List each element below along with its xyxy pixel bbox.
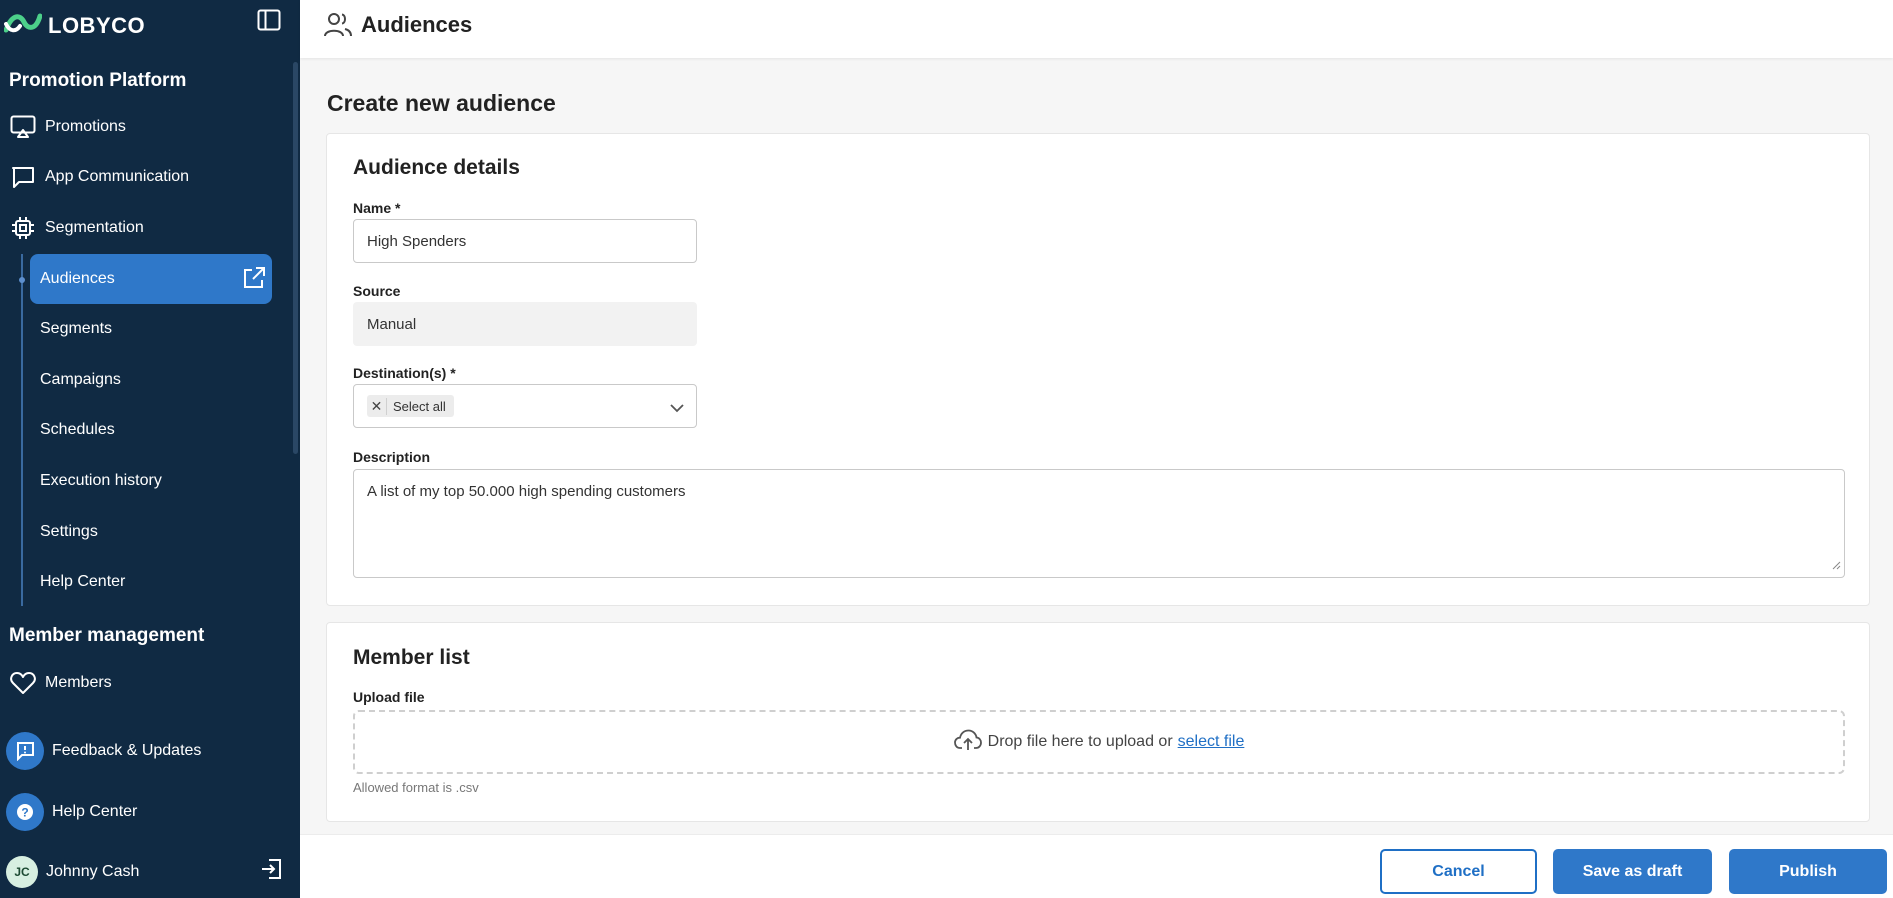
source-field: Manual xyxy=(353,302,697,346)
cancel-button[interactable]: Cancel xyxy=(1380,849,1537,894)
save-draft-button[interactable]: Save as draft xyxy=(1553,849,1712,894)
header-title: Audiences xyxy=(361,12,473,37)
logo[interactable]: LOBYCO xyxy=(3,10,146,41)
sidebar-item-app-communication[interactable]: App Communication xyxy=(0,155,290,199)
select-file-link[interactable]: select file xyxy=(1178,733,1245,751)
chip-icon xyxy=(9,214,37,242)
help-center-link[interactable]: ? Help Center xyxy=(6,793,137,831)
logo-row: LOBYCO xyxy=(0,0,300,44)
submenu-line xyxy=(21,254,23,606)
sidebar-scrollbar[interactable] xyxy=(293,62,298,454)
cast-icon xyxy=(9,113,37,141)
action-footer: Cancel Save as draft Publish xyxy=(300,834,1893,898)
name-input-value: High Spenders xyxy=(367,232,467,250)
chat-icon xyxy=(9,163,37,191)
section-title-member-management: Member management xyxy=(9,625,205,646)
feedback-label: Feedback & Updates xyxy=(52,742,202,759)
sidebar-item-segments[interactable]: Segments xyxy=(30,305,272,353)
section-title-promotion: Promotion Platform xyxy=(9,70,187,91)
sidebar-item-label: Members xyxy=(45,674,112,691)
destination-label: Destination(s) * xyxy=(353,365,456,381)
feedback-updates-link[interactable]: Feedback & Updates xyxy=(6,732,201,770)
sidebar-item-execution-history[interactable]: Execution history xyxy=(30,457,272,505)
sidebar-item-campaigns[interactable]: Campaigns xyxy=(30,356,272,404)
chip-label: Select all xyxy=(393,398,446,414)
remove-chip-icon[interactable]: ✕ xyxy=(367,397,387,415)
sidebar-item-settings[interactable]: Settings xyxy=(30,508,272,556)
sidebar-toggle-icon[interactable] xyxy=(257,9,283,33)
sidebar-item-label: Execution history xyxy=(40,472,162,489)
submenu-active-dot xyxy=(19,277,25,283)
select-all-chip[interactable]: ✕ Select all xyxy=(367,395,454,417)
sidebar-item-schedules[interactable]: Schedules xyxy=(30,406,272,454)
audience-details-card: Audience details Name * High Spenders So… xyxy=(326,133,1870,606)
source-value: Manual xyxy=(367,315,417,333)
allowed-format-hint: Allowed format is .csv xyxy=(353,780,479,795)
destination-select[interactable]: ✕ Select all xyxy=(353,384,697,428)
top-header: Audiences xyxy=(300,0,1893,58)
avatar: JC xyxy=(6,856,38,888)
name-input[interactable]: High Spenders xyxy=(353,219,697,263)
audience-details-title: Audience details xyxy=(353,156,520,179)
external-link-icon[interactable] xyxy=(242,266,266,295)
sidebar-item-label: App Communication xyxy=(45,168,190,185)
chevron-down-icon[interactable] xyxy=(670,400,684,417)
sidebar-item-label: Promotions xyxy=(45,118,126,135)
member-list-card: Member list Upload file Drop file here t… xyxy=(326,622,1870,822)
drop-text: Drop file here to upload or xyxy=(987,733,1173,750)
member-list-title: Member list xyxy=(353,646,470,669)
description-label: Description xyxy=(353,449,431,465)
sidebar-item-label: Audiences xyxy=(40,270,115,287)
publish-button[interactable]: Publish xyxy=(1729,849,1887,894)
file-dropzone[interactable]: Drop file here to upload or select file xyxy=(353,710,1845,774)
page-title: Create new audience xyxy=(327,90,556,116)
resize-handle-icon[interactable] xyxy=(1832,557,1841,574)
description-textarea[interactable]: A list of my top 50.000 high spending cu… xyxy=(353,469,1845,578)
sidebar-item-label: Segments xyxy=(40,320,113,337)
upload-cloud-icon xyxy=(953,729,982,756)
sidebar-item-promotions[interactable]: Promotions xyxy=(0,105,290,149)
help-icon: ? xyxy=(6,793,44,831)
user-name: Johnny Cash xyxy=(46,863,140,880)
source-label: Source xyxy=(353,283,401,299)
sidebar-item-label: Settings xyxy=(40,523,98,540)
user-profile[interactable]: JC Johnny Cash xyxy=(6,856,139,888)
sidebar: LOBYCO Promotion Platform Promotions App… xyxy=(0,0,300,898)
description-value: A list of my top 50.000 high spending cu… xyxy=(367,483,686,500)
name-label: Name * xyxy=(353,200,401,216)
users-icon xyxy=(324,12,352,43)
sidebar-item-members[interactable]: Members xyxy=(0,661,290,705)
upload-file-label: Upload file xyxy=(353,689,425,705)
heart-icon xyxy=(9,669,37,697)
feedback-icon xyxy=(6,732,44,770)
sidebar-item-audiences[interactable]: Audiences xyxy=(30,254,272,304)
logo-icon xyxy=(3,10,43,41)
sidebar-item-label: Schedules xyxy=(40,421,115,438)
sidebar-item-label: Segmentation xyxy=(45,219,144,236)
svg-text:?: ? xyxy=(21,806,28,820)
logo-text: LOBYCO xyxy=(48,12,146,38)
sidebar-item-label: Campaigns xyxy=(40,371,121,388)
help-label: Help Center xyxy=(52,803,138,820)
sidebar-item-help-center[interactable]: Help Center xyxy=(30,558,272,606)
sidebar-item-segmentation[interactable]: Segmentation xyxy=(0,206,290,250)
logout-icon[interactable] xyxy=(260,858,282,885)
sidebar-item-label: Help Center xyxy=(40,573,126,590)
